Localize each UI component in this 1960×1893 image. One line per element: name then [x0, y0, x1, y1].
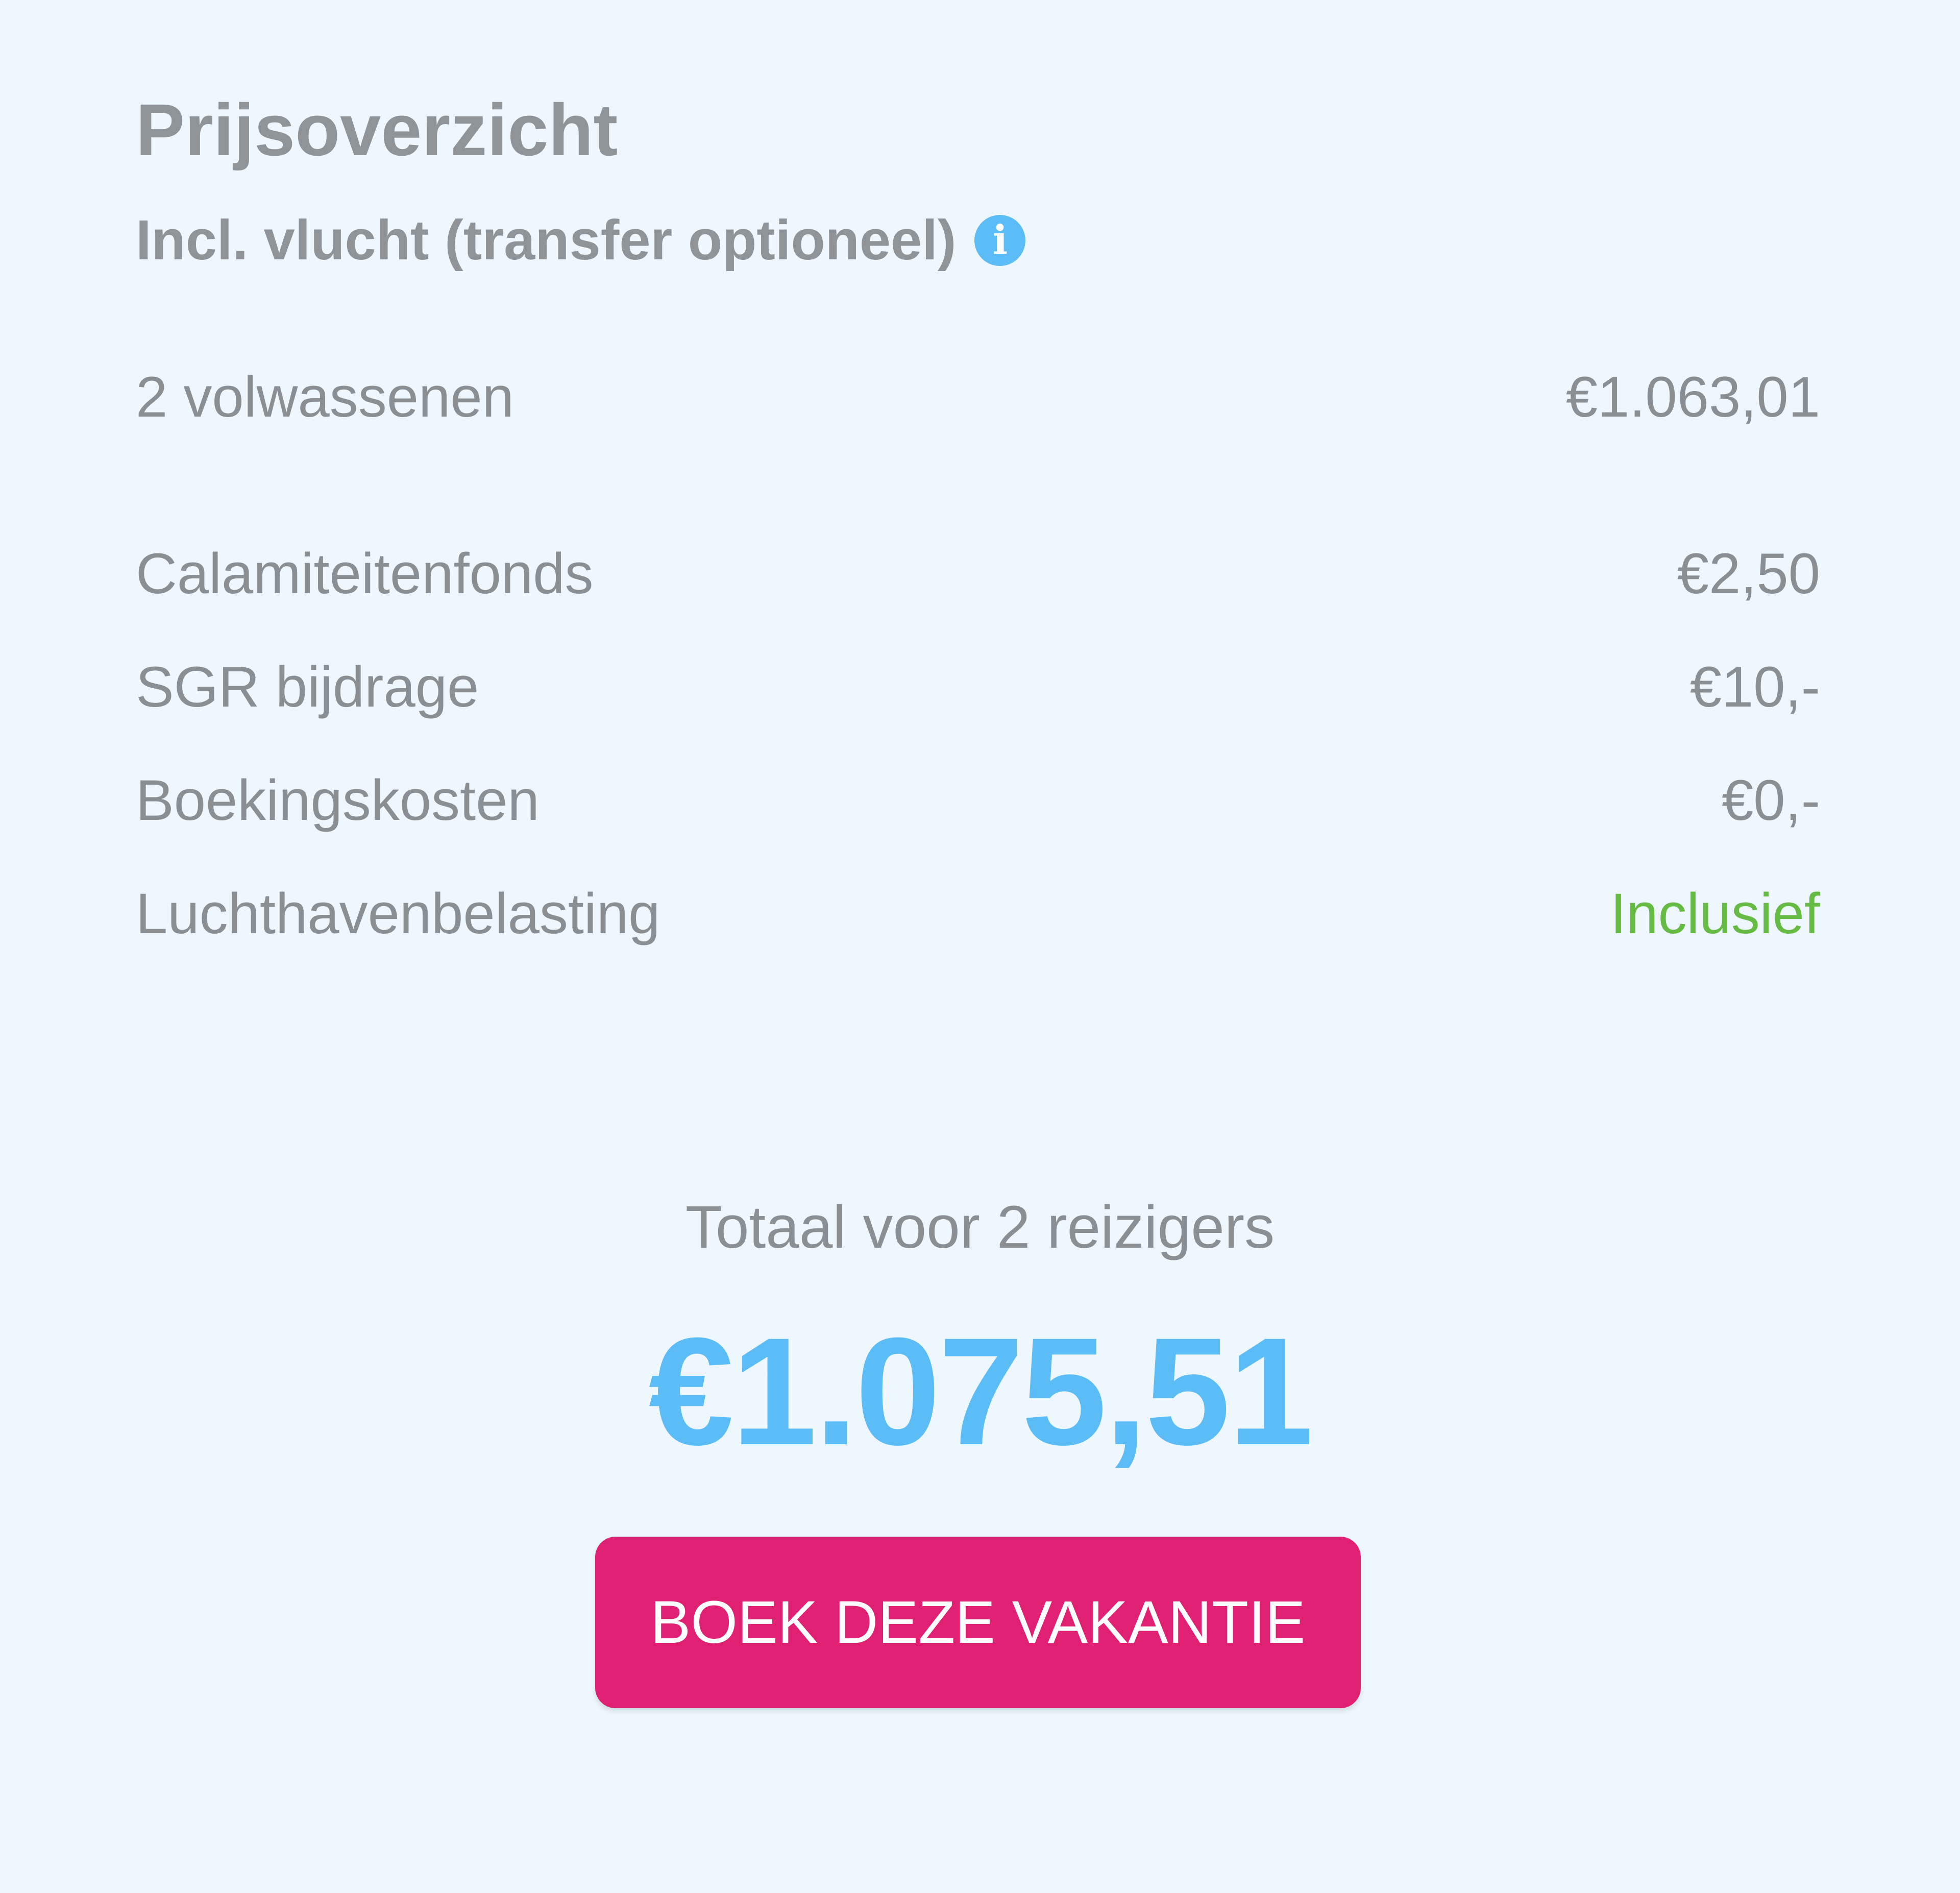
panel-subtitle: Incl. vlucht (transfer optioneel) i — [136, 209, 1026, 272]
price-line-booking-fee: Boekingskosten €0,- — [136, 769, 1820, 832]
panel-title: Prijsoverzicht — [136, 89, 618, 171]
price-line-value: Inclusief — [1610, 882, 1820, 945]
price-line-value: €10,- — [1689, 655, 1820, 719]
price-line-value: €0,- — [1722, 768, 1820, 832]
price-line-label: Luchthavenbelasting — [136, 882, 660, 945]
total-amount: €1.075,51 — [648, 1305, 1314, 1477]
book-vacation-button[interactable]: BOEK DEZE VAKANTIE — [595, 1537, 1361, 1708]
price-line-label: Calamiteitenfonds — [136, 542, 594, 605]
price-line-label: Boekingskosten — [136, 768, 540, 832]
price-line-label: 2 volwassenen — [136, 365, 514, 429]
price-line-value: €1.063,01 — [1565, 365, 1820, 429]
price-line-label: SGR bijdrage — [136, 655, 479, 719]
subtitle-text: Incl. vlucht (transfer optioneel) — [136, 209, 957, 272]
price-line-sgr: SGR bijdrage €10,- — [136, 656, 1820, 718]
total-label: Totaal voor 2 reizigers — [685, 1194, 1275, 1261]
info-icon[interactable]: i — [974, 214, 1026, 266]
price-line-value: €2,50 — [1677, 542, 1820, 605]
price-line-adults: 2 volwassenen €1.063,01 — [136, 366, 1820, 428]
price-line-calamity-fund: Calamiteitenfonds €2,50 — [136, 542, 1820, 605]
price-overview-panel: Prijsoverzicht Incl. vlucht (transfer op… — [0, 0, 1960, 1893]
price-line-airport-tax: Luchthavenbelasting Inclusief — [136, 882, 1820, 945]
